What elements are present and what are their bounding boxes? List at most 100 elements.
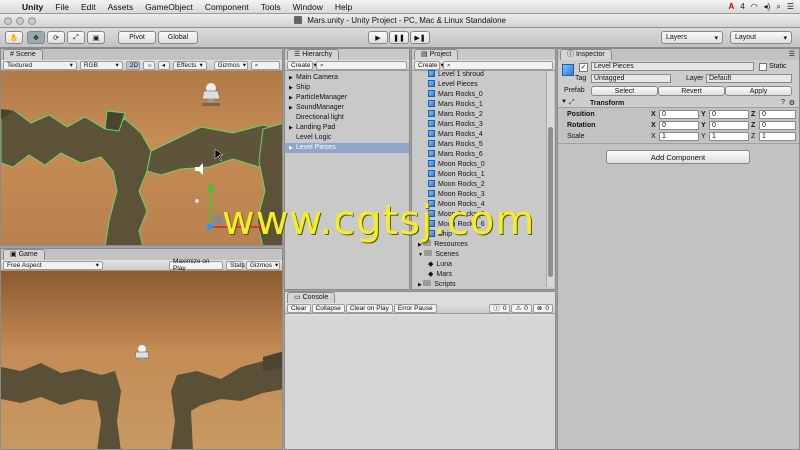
play-button[interactable]: ▶ — [368, 31, 388, 44]
game-viewport[interactable] — [1, 271, 282, 449]
scene-search-field[interactable]: ⌕ — [250, 60, 280, 70]
menu-assets[interactable]: Assets — [102, 2, 140, 12]
expand-arrow-icon[interactable]: ▶ — [289, 93, 296, 103]
prefab-select-button[interactable]: Select — [591, 86, 658, 96]
hierarchy-item-directional-light[interactable]: Directional light — [285, 113, 409, 123]
project-create-dropdown[interactable]: Create▾ — [414, 60, 444, 70]
active-checkbox[interactable]: ✓ — [579, 63, 588, 72]
tab-hierarchy[interactable]: ☰ Hierarchy — [287, 49, 340, 60]
hierarchy-item-sound-manager[interactable]: ▶ SoundManager — [285, 103, 409, 113]
menu-component[interactable]: Component — [199, 2, 255, 12]
hierarchy-item-level-pieces[interactable]: ▶ Level Pieces — [285, 143, 409, 153]
project-scrollbar[interactable] — [546, 71, 554, 287]
console-error-pause-toggle[interactable]: Error Pause — [393, 303, 437, 313]
adobe-icon[interactable]: A — [728, 2, 734, 11]
hierarchy-item-particle-manager[interactable]: ▶ ParticleManager — [285, 93, 409, 103]
rect-tool-button[interactable]: ▣ — [87, 31, 105, 44]
help-icon[interactable]: ? — [781, 99, 785, 106]
settings-gear-icon[interactable]: ⚙ — [789, 99, 795, 107]
wifi-icon[interactable]: ◠ — [751, 2, 758, 11]
stats-toggle[interactable]: Stats — [226, 260, 245, 270]
rotate-tool-button[interactable]: ⟳ — [47, 31, 65, 44]
project-item[interactable]: Mars Rocks_4 — [412, 130, 545, 140]
console-info-toggle[interactable]: ⓘ 0 — [489, 303, 511, 313]
position-z-field[interactable]: 0 — [759, 110, 796, 119]
spotlight-icon[interactable]: ⌕ — [776, 2, 780, 12]
layers-dropdown[interactable]: Layers ▾ — [661, 31, 723, 44]
prefab-apply-button[interactable]: Apply — [725, 86, 792, 96]
maximize-on-play-toggle[interactable]: Maximize on Play — [169, 258, 223, 272]
transform-label[interactable]: Transform — [590, 100, 624, 107]
menu-file[interactable]: File — [49, 2, 75, 12]
zoom-window-button[interactable] — [28, 17, 36, 25]
project-item[interactable]: Mars Rocks_6 — [412, 150, 545, 160]
project-scene-item[interactable]: ◆ Mars — [412, 270, 545, 280]
menu-edit[interactable]: Edit — [75, 2, 102, 12]
scale-tool-button[interactable]: ⤢ — [67, 31, 85, 44]
console-collapse-toggle[interactable]: Collapse — [311, 303, 345, 313]
prefab-revert-button[interactable]: Revert — [658, 86, 725, 96]
hierarchy-create-dropdown[interactable]: Create▾ — [287, 60, 317, 70]
step-button[interactable]: ▶❚ — [410, 31, 430, 44]
menu-window[interactable]: Window — [287, 2, 329, 12]
global-toggle[interactable]: Global — [158, 31, 198, 44]
project-scroll-thumb[interactable] — [548, 127, 553, 277]
project-item[interactable]: Mars Rocks_1 — [412, 100, 545, 110]
project-search-field[interactable]: ⌕ — [443, 60, 553, 70]
hierarchy-item-level-logic[interactable]: Level Logic — [285, 133, 409, 143]
project-folder[interactable]: ▶ Scripts — [412, 280, 545, 290]
console-error-toggle[interactable]: ⊗ 0 — [532, 303, 553, 313]
project-scene-item[interactable]: ◆ Luna — [412, 260, 545, 270]
object-name-field[interactable]: Level Pieces — [591, 62, 754, 71]
layout-dropdown[interactable]: Layout ▾ — [730, 31, 792, 44]
pause-button[interactable]: ❚❚ — [389, 31, 409, 44]
hierarchy-search-field[interactable]: ⌕ — [316, 60, 407, 70]
project-item[interactable]: Moon Rocks_0 — [412, 160, 545, 170]
scene-gizmos-dropdown[interactable]: Gizmos ▾ — [213, 60, 248, 70]
rotation-x-field[interactable]: 0 — [659, 121, 699, 130]
expand-arrow-icon[interactable]: ▶ — [289, 143, 296, 153]
project-item[interactable]: Mars Rocks_5 — [412, 140, 545, 150]
panel-menu-icon[interactable]: ☰ — [789, 50, 795, 58]
hierarchy-item-ship[interactable]: ▶ Ship — [285, 83, 409, 93]
menu-app[interactable]: Unity — [16, 2, 49, 12]
console-clear-button[interactable]: Clear — [287, 303, 311, 313]
expand-arrow-icon[interactable]: ▶ — [289, 123, 296, 133]
audio-toggle[interactable]: ◂ — [157, 60, 170, 70]
project-item[interactable]: Moon Rocks_1 — [412, 170, 545, 180]
2d-toggle[interactable]: 2D — [125, 60, 140, 70]
menu-help[interactable]: Help — [329, 2, 358, 12]
render-mode-dropdown[interactable]: Textured ▾ — [3, 60, 77, 70]
project-folder[interactable]: ▼ Scenes — [412, 250, 545, 260]
console-clear-on-play-toggle[interactable]: Clear on Play — [345, 303, 393, 313]
rotation-z-field[interactable]: 0 — [759, 121, 796, 130]
position-x-field[interactable]: 0 — [659, 110, 699, 119]
move-tool-button[interactable]: ✥ — [27, 31, 45, 44]
tab-scene[interactable]: # Scene — [3, 49, 43, 60]
menu-tools[interactable]: Tools — [255, 2, 287, 12]
project-item[interactable]: Level 1 shroud — [412, 70, 545, 80]
expand-arrow-icon[interactable]: ▶ — [289, 83, 296, 93]
expand-arrow-icon[interactable]: ▶ — [289, 103, 296, 113]
position-y-field[interactable]: 0 — [709, 110, 749, 119]
menu-gameobject[interactable]: GameObject — [139, 2, 199, 12]
minimize-window-button[interactable] — [16, 17, 24, 25]
project-item[interactable]: Moon Rocks_2 — [412, 180, 545, 190]
tab-game[interactable]: ▣ Game — [3, 249, 45, 260]
scale-y-field[interactable]: 1 — [709, 132, 749, 141]
add-component-button[interactable]: Add Component — [606, 150, 750, 164]
project-item[interactable]: Mars Rocks_0 — [412, 90, 545, 100]
close-window-button[interactable] — [4, 17, 12, 25]
project-item[interactable]: Mars Rocks_2 — [412, 110, 545, 120]
layer-dropdown[interactable]: Default — [706, 74, 792, 83]
tab-inspector[interactable]: ⓘ Inspector — [560, 49, 612, 60]
hand-tool-button[interactable]: ✋ — [5, 31, 23, 44]
lighting-toggle[interactable]: ☼ — [142, 60, 155, 70]
aspect-dropdown[interactable]: Free Aspect ▾ — [3, 260, 103, 270]
project-item[interactable]: Mars Rocks_3 — [412, 120, 545, 130]
hierarchy-item-landing-pad[interactable]: ▶ Landing Pad — [285, 123, 409, 133]
game-gizmos-dropdown[interactable]: Gizmos ▾ — [246, 260, 280, 270]
tab-project[interactable]: ▤ Project — [414, 49, 459, 60]
console-log-area[interactable] — [285, 316, 555, 449]
static-checkbox[interactable] — [759, 63, 767, 71]
